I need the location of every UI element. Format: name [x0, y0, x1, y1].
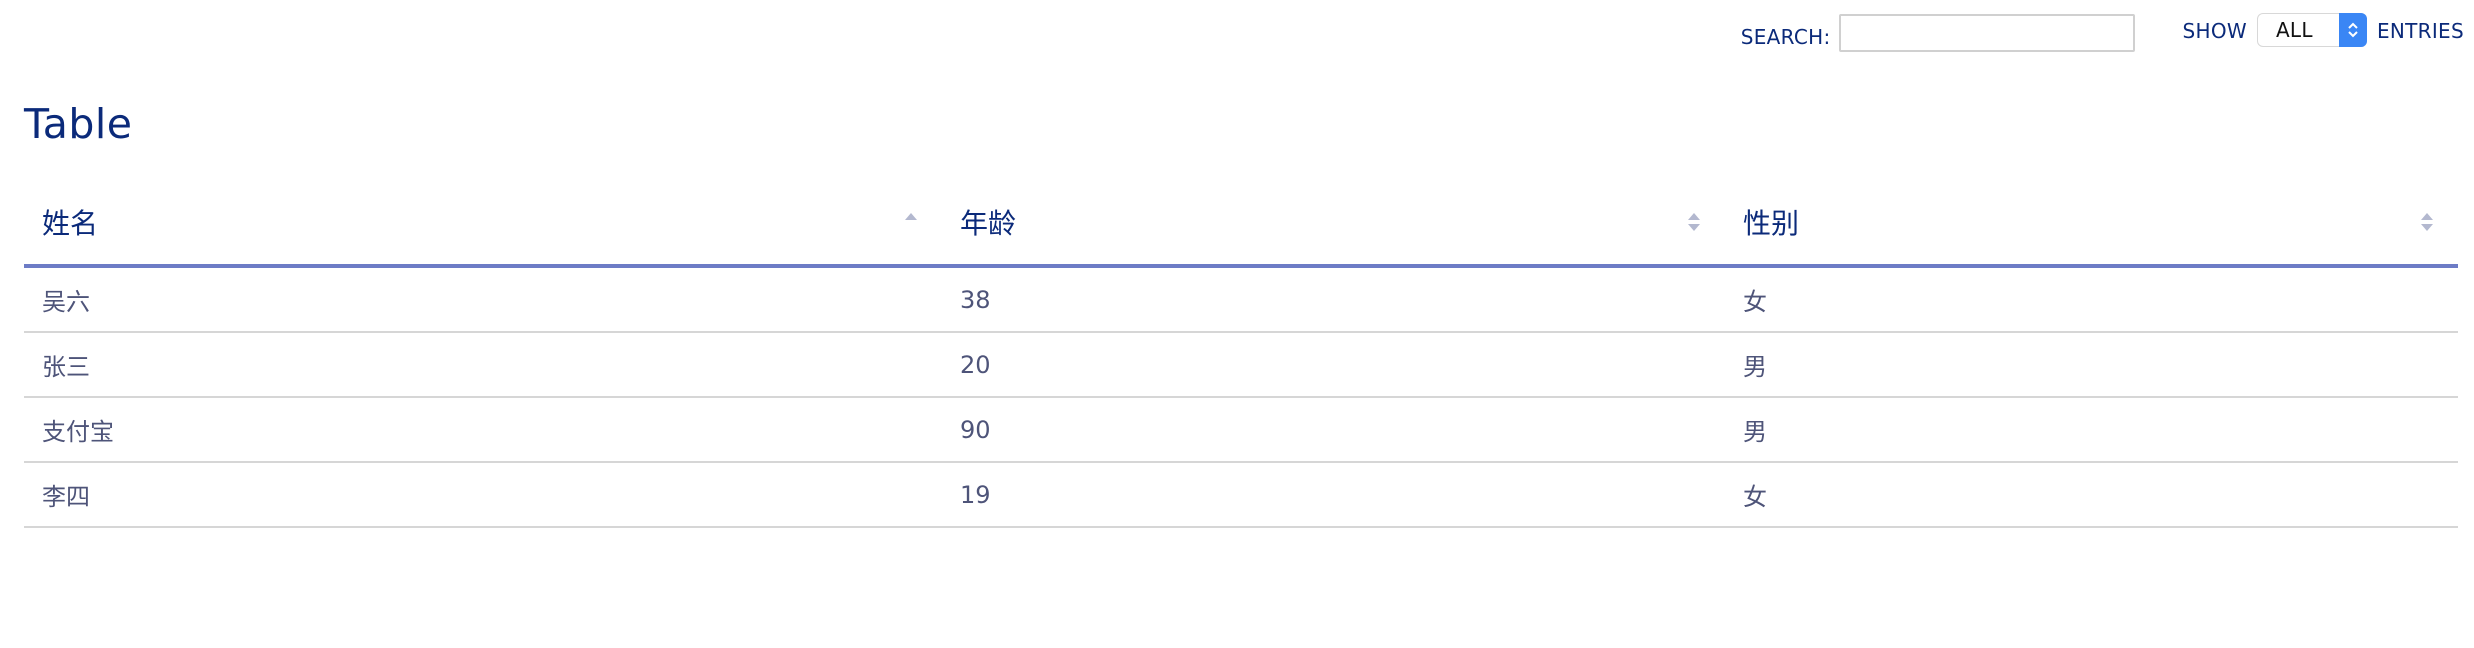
sort-both-icon — [1688, 213, 1700, 231]
table-row: 吴六 38 女 — [24, 266, 2458, 333]
cell-age: 20 — [942, 332, 1725, 398]
column-header-label: 年龄 — [960, 207, 1017, 240]
sort-both-icon — [2421, 213, 2433, 231]
column-header-label: 性别 — [1743, 207, 1800, 240]
cell-name: 张三 — [24, 332, 942, 398]
table-header-row: 姓名 年龄 性别 — [24, 180, 2458, 268]
page-title: Table — [24, 100, 133, 148]
cell-gender: 男 — [1725, 332, 2458, 398]
column-header-name[interactable]: 姓名 — [24, 180, 942, 268]
entries-label: ENTRIES — [2376, 19, 2464, 43]
table-row: 支付宝 90 男 — [24, 397, 2458, 463]
show-label: SHOW — [2182, 19, 2247, 43]
cell-name: 支付宝 — [24, 397, 942, 463]
data-table: 姓名 年龄 性别 吴六 38 女 张三 20 男 支付宝 90 男 李四 19 … — [24, 180, 2458, 528]
column-header-age[interactable]: 年龄 — [942, 180, 1725, 268]
cell-name: 李四 — [24, 462, 942, 528]
sort-ascending-icon — [905, 213, 917, 220]
cell-age: 90 — [942, 397, 1725, 463]
column-header-label: 姓名 — [42, 207, 99, 240]
table-controls: SEARCH: SHOW ALL ENTRIES — [1740, 13, 2464, 52]
column-header-gender[interactable]: 性别 — [1725, 180, 2458, 268]
search-label: SEARCH: — [1740, 25, 1831, 49]
cell-age: 38 — [942, 266, 1725, 333]
cell-gender: 男 — [1725, 397, 2458, 463]
entries-select[interactable]: ALL — [2256, 13, 2367, 47]
cell-age: 19 — [942, 462, 1725, 528]
cell-name: 吴六 — [24, 266, 942, 333]
cell-gender: 女 — [1725, 462, 2458, 528]
page: SEARCH: SHOW ALL ENTRIES Table 姓名 年龄 性别 … — [0, 0, 2474, 648]
table-row: 张三 20 男 — [24, 332, 2458, 398]
search-input[interactable] — [1838, 14, 2135, 52]
table-row: 李四 19 女 — [24, 462, 2458, 528]
select-arrows-icon[interactable] — [2338, 13, 2367, 47]
entries-select-value: ALL — [2275, 18, 2313, 42]
cell-gender: 女 — [1725, 266, 2458, 333]
